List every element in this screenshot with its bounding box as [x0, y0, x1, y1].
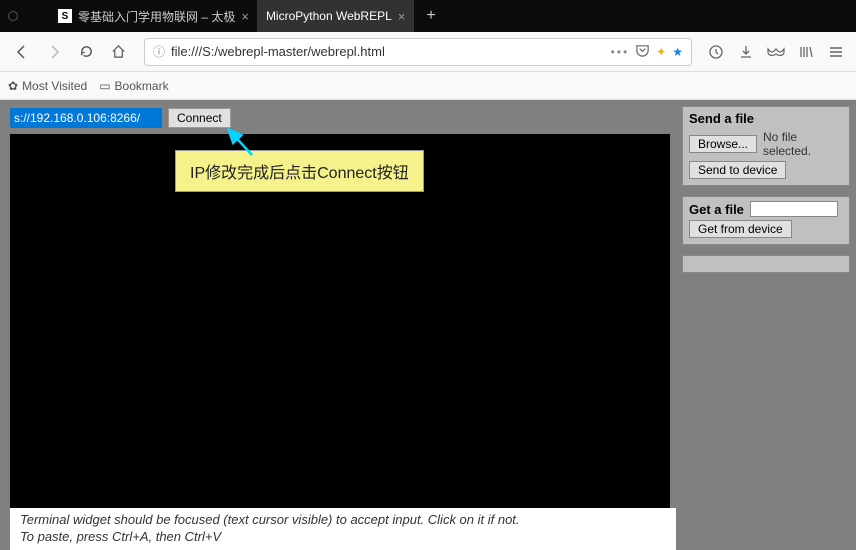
folder-icon: ▭: [99, 79, 110, 93]
tab-label: MicroPython WebREPL: [266, 9, 392, 23]
bookmark-label: Bookmark: [115, 79, 169, 93]
url-bar: ⓘ file:///S:/webrepl-master/webrepl.html…: [0, 32, 856, 72]
terminal-hints: Terminal widget should be focused (text …: [10, 508, 676, 550]
hint-line-2: To paste, press Ctrl+A, then Ctrl+V: [20, 529, 666, 546]
close-icon[interactable]: ×: [241, 9, 249, 24]
arrow-icon: [222, 125, 262, 159]
main-area: Connect IP修改完成后点击Connect按钮 Terminal widg…: [0, 100, 676, 550]
most-visited-button[interactable]: ✿ Most Visited: [8, 79, 87, 93]
tab-label: 零基础入门学用物联网 – 太极: [78, 8, 235, 25]
tab-active[interactable]: MicroPython WebREPL ×: [258, 0, 414, 32]
url-text: file:///S:/webrepl-master/webrepl.html: [171, 44, 605, 59]
send-file-title: Send a file: [689, 111, 843, 126]
bookmark-folder[interactable]: ▭ Bookmark: [99, 79, 168, 93]
connection-controls: Connect: [10, 108, 676, 128]
download-icon[interactable]: [734, 40, 758, 64]
status-strip: [682, 255, 850, 273]
clock-icon[interactable]: [704, 40, 728, 64]
library-icon[interactable]: [794, 40, 818, 64]
bookmark-star-icon[interactable]: ★: [672, 45, 683, 59]
window-dot: [8, 11, 18, 21]
get-file-block: Get a file Get from device: [682, 196, 850, 245]
get-file-title: Get a file: [689, 202, 744, 217]
home-button[interactable]: [104, 38, 132, 66]
back-button[interactable]: [8, 38, 36, 66]
favicon-icon: S: [58, 9, 72, 23]
page-actions-icon[interactable]: •••: [611, 45, 630, 59]
bookmarks-bar: ✿ Most Visited ▭ Bookmark: [0, 72, 856, 100]
hint-line-1: Terminal widget should be focused (text …: [20, 512, 666, 529]
toolbar-right: [704, 40, 848, 64]
browse-button[interactable]: Browse...: [689, 135, 757, 153]
mask-icon[interactable]: [764, 40, 788, 64]
gear-icon: ✿: [8, 79, 18, 93]
send-file-block: Send a file Browse... No file selected. …: [682, 106, 850, 186]
window-controls: [0, 0, 50, 32]
ip-input[interactable]: [10, 108, 162, 128]
sidebar: Send a file Browse... No file selected. …: [676, 100, 856, 550]
annotation-tooltip: IP修改完成后点击Connect按钮: [175, 150, 424, 192]
get-from-device-button[interactable]: Get from device: [689, 220, 792, 238]
url-input[interactable]: ⓘ file:///S:/webrepl-master/webrepl.html…: [144, 38, 692, 66]
send-to-device-button[interactable]: Send to device: [689, 161, 786, 179]
close-icon[interactable]: ×: [398, 9, 406, 24]
most-visited-label: Most Visited: [22, 79, 87, 93]
reload-button[interactable]: [72, 38, 100, 66]
get-file-input[interactable]: [750, 201, 838, 217]
pocket-icon[interactable]: [635, 43, 650, 61]
tab-inactive[interactable]: S 零基础入门学用物联网 – 太极 ×: [50, 0, 258, 32]
no-file-label: No file selected.: [763, 130, 843, 158]
info-icon[interactable]: ⓘ: [153, 43, 165, 60]
page-content: Connect IP修改完成后点击Connect按钮 Terminal widg…: [0, 100, 856, 550]
forward-button[interactable]: [40, 38, 68, 66]
menu-icon[interactable]: [824, 40, 848, 64]
new-tab-button[interactable]: +: [414, 0, 447, 32]
extension-icon[interactable]: ✦: [656, 45, 666, 59]
window-titlebar: S 零基础入门学用物联网 – 太极 × MicroPython WebREPL …: [0, 0, 856, 32]
